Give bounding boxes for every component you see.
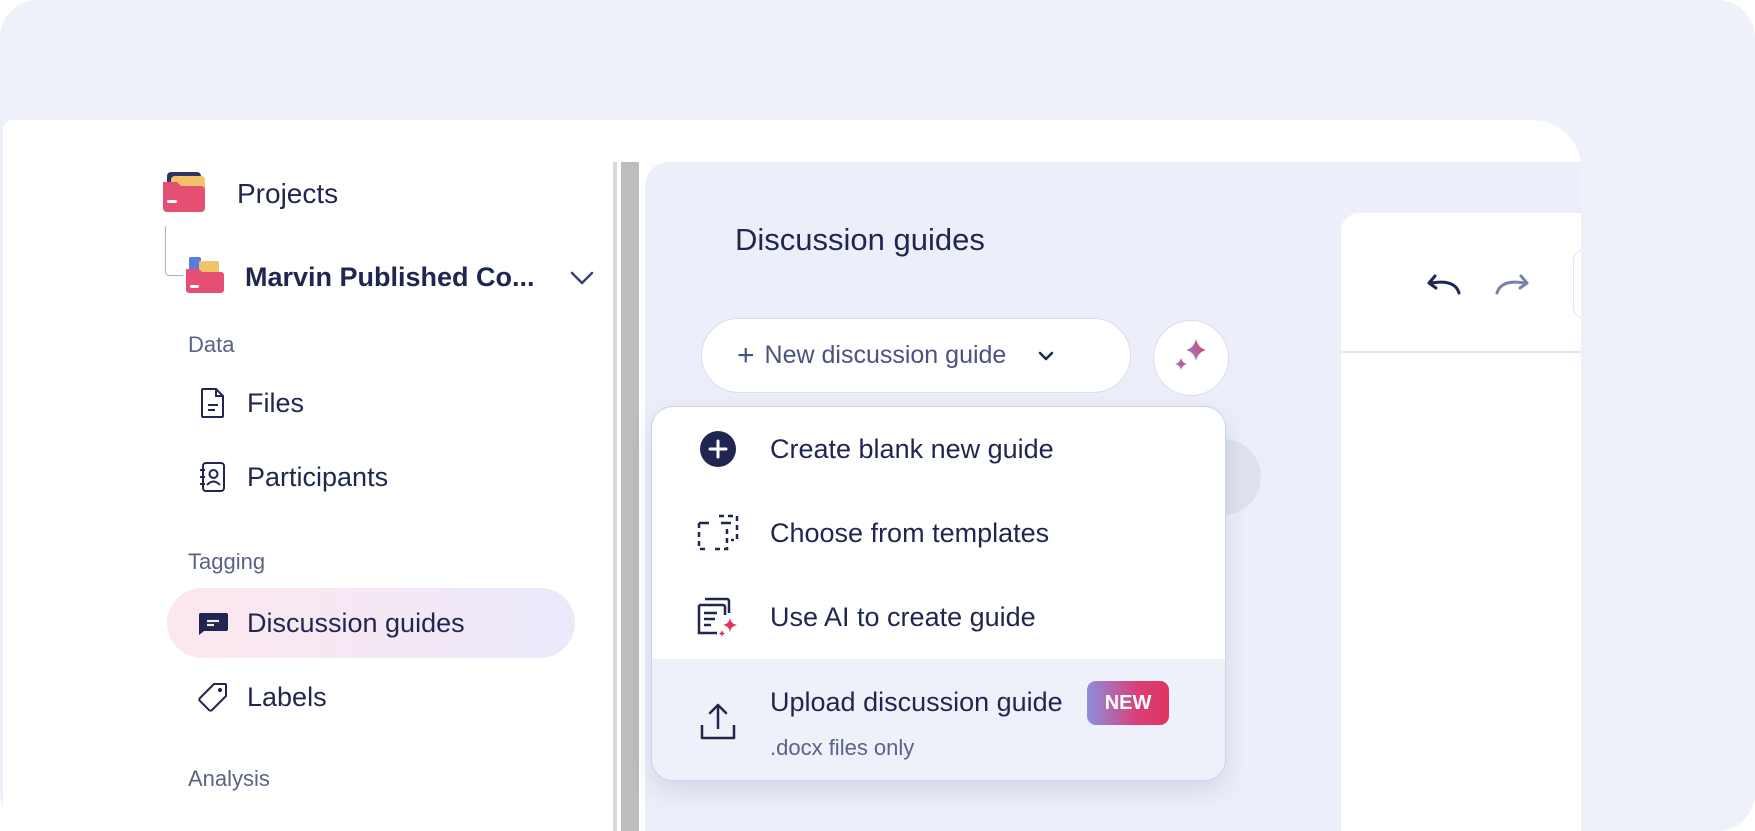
toolbar-control[interactable] — [1573, 249, 1581, 319]
redo-icon[interactable] — [1493, 271, 1533, 302]
contact-book-icon — [195, 461, 231, 493]
section-title-data: Data — [188, 332, 235, 357]
project-folder-icon — [185, 255, 225, 300]
ai-document-icon — [688, 596, 748, 638]
section-title-analysis: Analysis — [188, 766, 270, 791]
sidebar-item-label: Labels — [247, 681, 327, 712]
chevron-down-icon[interactable] — [569, 270, 595, 286]
file-icon — [195, 387, 231, 419]
use-ai-guide-item[interactable]: Use AI to create guide — [652, 575, 1225, 659]
tag-icon — [195, 681, 231, 713]
undo-icon[interactable] — [1423, 271, 1463, 302]
upload-guide-label: Upload discussion guide — [770, 687, 1063, 717]
new-discussion-guide-button[interactable]: + New discussion guide — [701, 318, 1131, 393]
chevron-down-icon — [1036, 349, 1056, 363]
sidebar-resize-handle[interactable] — [621, 162, 639, 831]
choose-templates-item[interactable]: Choose from templates — [652, 491, 1225, 575]
projects-label: Projects — [237, 177, 339, 209]
project-selector[interactable]: Marvin Published Co... — [185, 255, 595, 300]
upload-guide-item[interactable]: Upload discussion guide NEW .docx files … — [652, 659, 1225, 780]
create-blank-guide-item[interactable]: Create blank new guide — [652, 407, 1225, 491]
use-ai-label: Use AI to create guide — [770, 601, 1036, 632]
plus-icon: + — [737, 338, 755, 372]
discussion-guide-icon — [195, 610, 231, 636]
editor-toolbar — [1341, 213, 1581, 353]
projects-link[interactable]: Projects — [161, 170, 338, 217]
new-badge: NEW — [1086, 680, 1170, 725]
choose-templates-label: Choose from templates — [770, 517, 1050, 548]
folders-icon — [161, 170, 207, 217]
sidebar-item-label: Files — [247, 387, 305, 418]
upload-guide-subtext: .docx files only — [770, 734, 915, 760]
sidebar-item-labels[interactable]: Labels — [167, 662, 575, 732]
sidebar-divider — [613, 162, 617, 831]
sidebar-item-label: Participants — [247, 461, 389, 492]
plus-circle-icon — [688, 430, 748, 468]
upload-icon — [688, 701, 748, 741]
template-icon — [688, 513, 748, 553]
new-guide-label: New discussion guide — [764, 341, 1007, 369]
page-title: Discussion guides — [735, 222, 985, 257]
sidebar-item-files[interactable]: Files — [167, 368, 575, 438]
create-blank-label: Create blank new guide — [770, 433, 1054, 464]
new-guide-dropdown: Create blank new guide Choose from templ… — [651, 406, 1226, 781]
sidebar-item-discussion-guides[interactable]: Discussion guides — [167, 588, 575, 658]
sidebar: Projects Marvin Published Co... Data Fil… — [3, 120, 613, 831]
project-name: Marvin Published Co... — [245, 262, 535, 292]
tree-connector — [165, 226, 183, 276]
section-title-tagging: Tagging — [188, 549, 266, 574]
sidebar-item-label: Discussion guides — [247, 607, 465, 638]
sparkle-icon — [1171, 336, 1211, 381]
sidebar-item-participants[interactable]: Participants — [167, 442, 575, 512]
editor-panel — [1341, 213, 1581, 831]
ai-sparkle-button[interactable] — [1153, 320, 1229, 396]
